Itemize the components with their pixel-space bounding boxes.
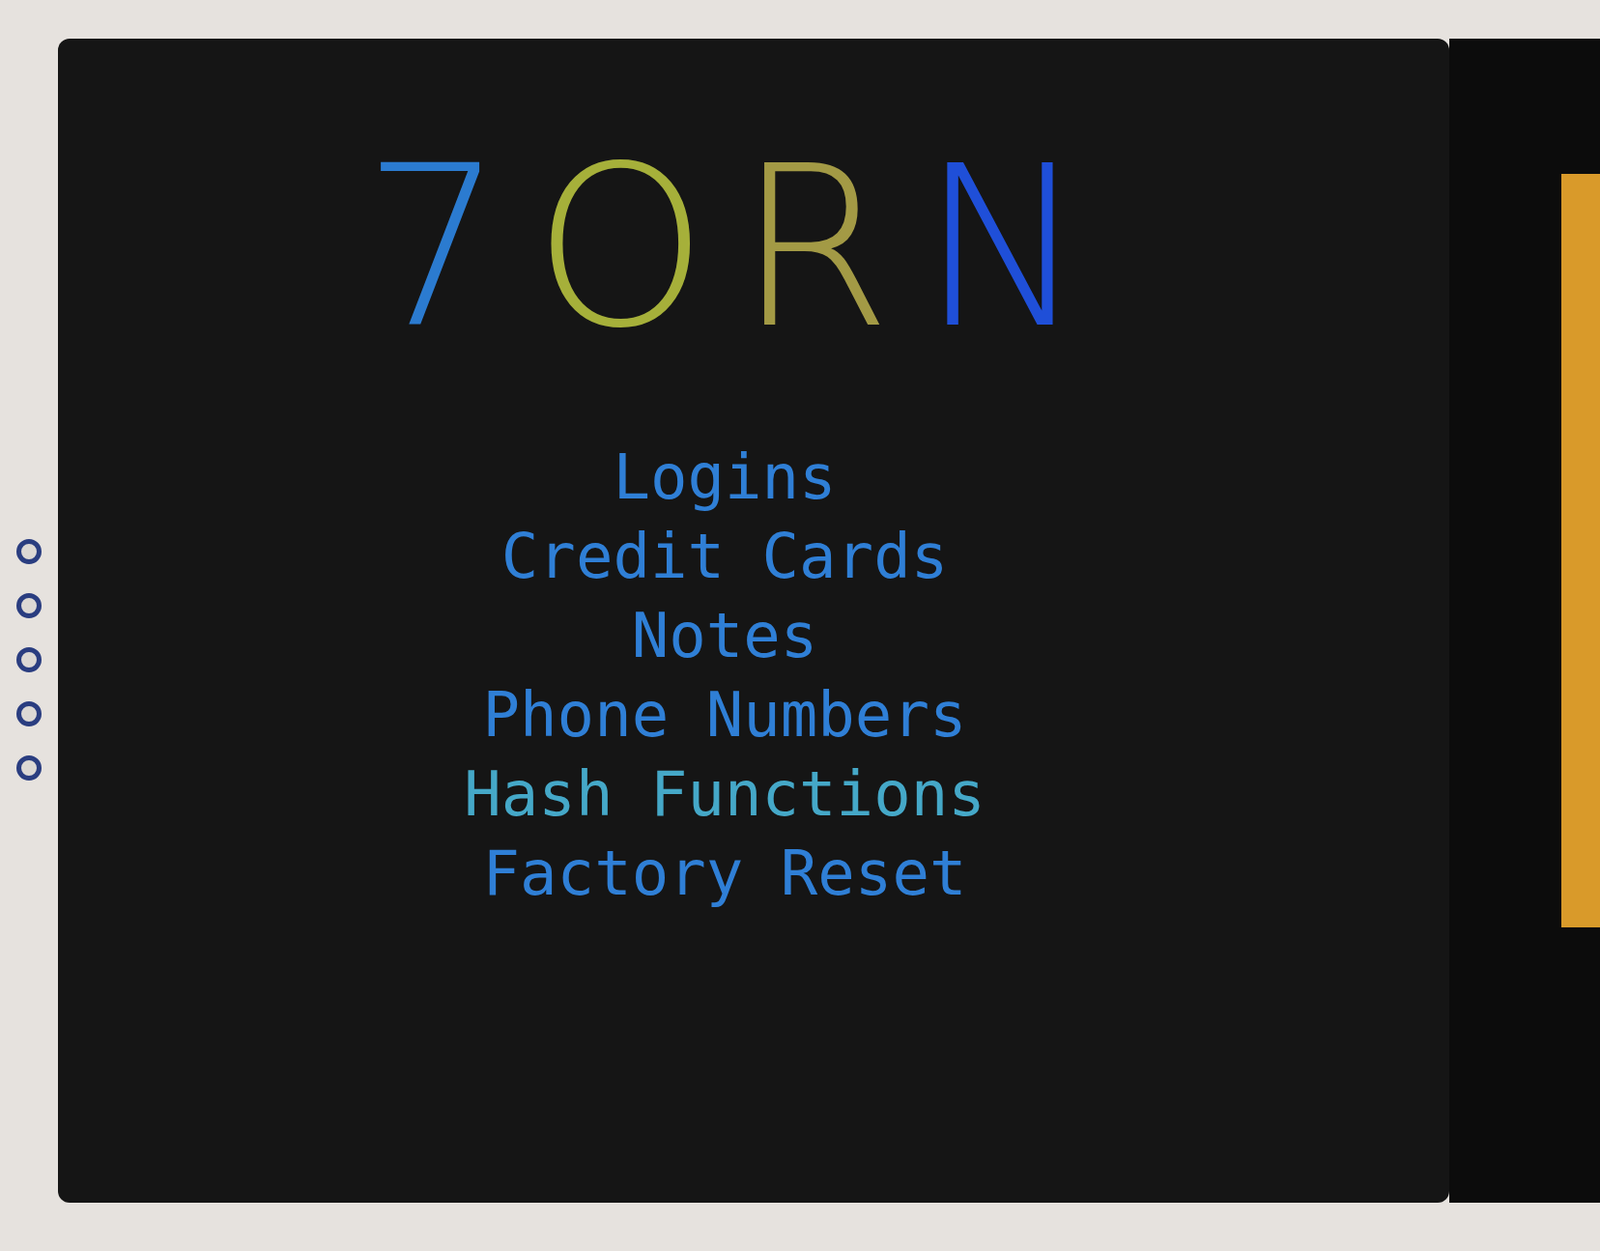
menu-item[interactable]: Factory Reset — [483, 833, 968, 914]
pin-icon — [16, 539, 42, 565]
display-edge — [1449, 38, 1600, 1203]
screen: 7ORN LoginsCredit CardsNotesPhone Numbers… — [57, 38, 1450, 1203]
logo-letter: N — [920, 125, 1087, 371]
flex-cable — [1561, 173, 1600, 928]
logo: 7ORN — [362, 125, 1086, 371]
device: 7ORN LoginsCredit CardsNotesPhone Numbers… — [0, 0, 1600, 1251]
main-menu: LoginsCredit CardsNotesPhone NumbersHash… — [463, 437, 985, 914]
menu-item[interactable]: Credit Cards — [501, 516, 948, 597]
header-pins — [0, 38, 58, 1203]
pin-icon — [16, 647, 42, 673]
logo-letter: R — [737, 125, 892, 371]
menu-item[interactable]: Notes — [631, 596, 819, 676]
menu-item[interactable]: Phone Numbers — [483, 675, 968, 755]
pin-icon — [16, 701, 42, 727]
logo-letter: O — [533, 125, 709, 371]
pin-icon — [16, 593, 42, 619]
logo-letter: 7 — [362, 125, 504, 371]
menu-item[interactable]: Hash Functions — [463, 754, 985, 834]
menu-item[interactable]: Logins — [612, 437, 836, 517]
pin-icon — [16, 755, 42, 781]
